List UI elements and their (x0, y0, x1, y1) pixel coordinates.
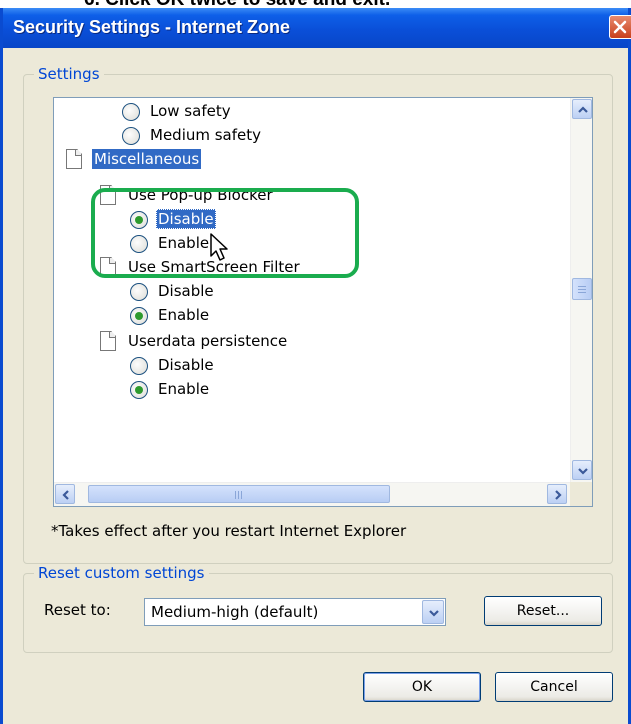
document-icon (100, 185, 116, 205)
radio-icon[interactable] (122, 127, 140, 145)
scroll-down-button[interactable] (572, 460, 592, 480)
scroll-right-button[interactable] (547, 484, 567, 504)
option-label: Disable (158, 356, 214, 374)
horizontal-scrollbar[interactable] (54, 482, 570, 506)
title-bar: Security Settings - Internet Zone (3, 8, 631, 48)
settings-tree[interactable]: Low safety Medium safety Miscellaneous U… (53, 97, 593, 507)
settings-group: Settings Low safety Medium safety Miscel… (23, 65, 613, 564)
security-settings-dialog: Security Settings - Internet Zone Settin… (0, 8, 631, 724)
horizontal-scroll-thumb[interactable] (88, 485, 390, 503)
close-button[interactable] (609, 15, 631, 39)
restart-note: *Takes effect after you restart Internet… (51, 522, 407, 540)
selected-level: Medium-high (default) (151, 603, 319, 621)
document-icon (100, 257, 116, 277)
reset-custom-settings-group: Reset custom settings Reset to: Medium-h… (23, 564, 613, 653)
radio-icon[interactable] (130, 307, 148, 325)
document-icon (100, 331, 116, 351)
scroll-left-icon (62, 490, 69, 500)
document-icon (66, 149, 82, 169)
close-icon (613, 20, 627, 34)
dropdown-arrow-icon (429, 610, 439, 617)
dropdown-button[interactable] (422, 600, 444, 624)
radio-icon[interactable] (130, 211, 148, 229)
vertical-scroll-thumb[interactable] (572, 278, 592, 300)
option-label: Enable (158, 234, 210, 252)
scrollbar-corner (570, 482, 592, 506)
reset-button[interactable]: Reset... (484, 596, 602, 626)
radio-icon[interactable] (130, 357, 148, 375)
radio-icon[interactable] (130, 381, 148, 399)
settings-legend: Settings (34, 65, 104, 83)
radio-icon[interactable] (122, 103, 140, 121)
cancel-button[interactable]: Cancel (495, 672, 613, 702)
reset-to-label: Reset to: (44, 601, 111, 619)
scroll-up-icon (578, 106, 588, 113)
mouse-pointer-icon (210, 233, 228, 261)
window-title: Security Settings - Internet Zone (13, 17, 291, 37)
settings-list: Low safety Medium safety Miscellaneous U… (54, 98, 570, 482)
vertical-scrollbar[interactable] (570, 98, 592, 482)
option-label: Enable (158, 306, 210, 324)
radio-icon[interactable] (130, 283, 148, 301)
option-label: Disable (156, 209, 216, 229)
scroll-down-icon (578, 468, 588, 475)
scroll-up-button[interactable] (572, 99, 592, 119)
radio-icon[interactable] (130, 235, 148, 253)
scroll-left-button[interactable] (55, 484, 75, 504)
ok-button[interactable]: OK (363, 672, 481, 702)
reset-level-dropdown[interactable]: Medium-high (default) (144, 598, 446, 626)
option-label: Medium safety (150, 126, 262, 144)
setting-label: Userdata persistence (128, 332, 288, 350)
option-label: Low safety (150, 102, 231, 120)
setting-label: Use Pop-up Blocker (128, 186, 273, 204)
reset-legend: Reset custom settings (34, 564, 209, 582)
category-label: Miscellaneous (92, 149, 202, 169)
option-label: Disable (158, 282, 214, 300)
scroll-right-icon (555, 490, 562, 500)
option-label: Enable (158, 380, 210, 398)
